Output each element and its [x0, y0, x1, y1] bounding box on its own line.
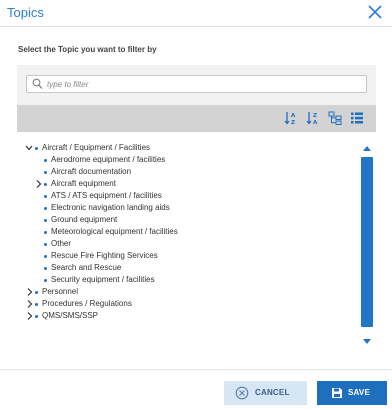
cancel-icon: [235, 386, 249, 400]
filter-field[interactable]: [26, 75, 367, 93]
save-icon: [332, 388, 342, 398]
tree-item-qms-sms-ssp[interactable]: QMS/SMS/SSP: [25, 310, 355, 322]
tree-view-icon[interactable]: [328, 111, 342, 125]
svg-text:A: A: [291, 113, 296, 119]
tree-item-label: Rescue Fire Fighting Services: [51, 251, 158, 260]
tree-item-security-equipment[interactable]: Security equipment / facilities: [25, 274, 355, 286]
save-button[interactable]: SAVE: [317, 381, 387, 405]
tree-item-rescue-fire-fighting[interactable]: Rescue Fire Fighting Services: [25, 250, 355, 262]
bullet-icon: [44, 171, 47, 174]
filter-prompt: Select the Topic you want to filter by: [18, 45, 157, 54]
bullet-icon: [44, 183, 47, 186]
tree-toolbar: A Z Z A: [17, 105, 376, 132]
bullet-icon: [44, 219, 47, 222]
bullet-icon: [44, 243, 47, 246]
bullet-icon: [35, 315, 38, 318]
tree-item-label: Aircraft documentation: [51, 167, 132, 176]
close-icon[interactable]: [366, 3, 384, 21]
dialog-header: Topics: [0, 0, 392, 27]
save-button-label: SAVE: [348, 388, 370, 397]
bullet-icon: [44, 207, 47, 210]
scrollbar-thumb[interactable]: [361, 157, 373, 327]
tree-item-label: Security equipment / facilities: [51, 275, 155, 284]
tree-item-procedures-regulations[interactable]: Procedures / Regulations: [25, 298, 355, 310]
cancel-button-label: CANCEL: [255, 388, 290, 397]
tree-item-other[interactable]: Other: [25, 238, 355, 250]
tree-item-label: Electronic navigation landing aids: [51, 203, 170, 212]
svg-text:A: A: [313, 120, 318, 125]
footer-divider: [0, 369, 392, 370]
tree-item-aircraft-equipment[interactable]: Aircraft equipment: [25, 178, 355, 190]
bullet-icon: [44, 231, 47, 234]
tree-item-label: Personnel: [42, 287, 79, 296]
tree-item-label: Search and Rescue: [51, 263, 122, 272]
tree-item-label: Aircraft / Equipment / Facilities: [42, 143, 151, 152]
tree-item-label: Aerodrome equipment / facilities: [51, 155, 166, 164]
bullet-icon: [44, 279, 47, 282]
tree-item-search-and-rescue[interactable]: Search and Rescue: [25, 262, 355, 274]
chevron-right-icon[interactable]: [26, 298, 34, 310]
tree-item-label: QMS/SMS/SSP: [42, 311, 99, 320]
cancel-button[interactable]: CANCEL: [224, 381, 307, 405]
tree-item-label: Other: [51, 239, 72, 248]
tree-item-aircraft-equipment-facilities[interactable]: Aircraft / Equipment / Facilities: [25, 142, 355, 154]
sort-alpha-asc-icon[interactable]: A Z: [284, 111, 298, 126]
chevron-right-icon[interactable]: [26, 286, 34, 298]
chevron-down-icon[interactable]: [25, 142, 33, 154]
bullet-icon: [35, 147, 38, 150]
bullet-icon: [35, 303, 38, 306]
bullet-icon: [44, 159, 47, 162]
filter-input[interactable]: [47, 77, 347, 91]
topics-tree: Aircraft / Equipment / Facilities Aerodr…: [17, 132, 376, 358]
tree-item-label: ATS / ATS equipment / facilities: [51, 191, 162, 200]
tree-item-aerodrome[interactable]: Aerodrome equipment / facilities: [25, 154, 355, 166]
tree-item-personnel[interactable]: Personnel: [25, 286, 355, 298]
topics-dialog: Topics Select the Topic you want to filt…: [0, 0, 392, 409]
scroll-down-icon[interactable]: [363, 339, 371, 344]
tree-item-electronic-navigation[interactable]: Electronic navigation landing aids: [25, 202, 355, 214]
dialog-title: Topics: [7, 5, 44, 20]
list-view-icon[interactable]: [350, 111, 364, 125]
search-icon: [32, 78, 43, 89]
sort-alpha-desc-icon[interactable]: Z A: [306, 111, 320, 126]
scroll-up-icon[interactable]: [363, 146, 371, 151]
tree-item-aircraft-documentation[interactable]: Aircraft documentation: [25, 166, 355, 178]
bullet-icon: [44, 267, 47, 270]
svg-text:Z: Z: [291, 120, 295, 125]
tree-item-ats[interactable]: ATS / ATS equipment / facilities: [25, 190, 355, 202]
tree-item-meteorological[interactable]: Meteorological equipment / facilities: [25, 226, 355, 238]
chevron-right-icon[interactable]: [26, 310, 34, 322]
chevron-right-icon[interactable]: [35, 178, 43, 190]
tree-item-label: Meteorological equipment / facilities: [51, 227, 178, 236]
tree-item-ground-equipment[interactable]: Ground equipment: [25, 214, 355, 226]
tree-item-label: Procedures / Regulations: [42, 299, 132, 308]
tree-item-label: Ground equipment: [51, 215, 118, 224]
bullet-icon: [35, 291, 38, 294]
tree-item-label: Aircraft equipment: [51, 179, 116, 188]
bullet-icon: [44, 195, 47, 198]
svg-text:Z: Z: [313, 113, 317, 119]
bullet-icon: [44, 255, 47, 258]
